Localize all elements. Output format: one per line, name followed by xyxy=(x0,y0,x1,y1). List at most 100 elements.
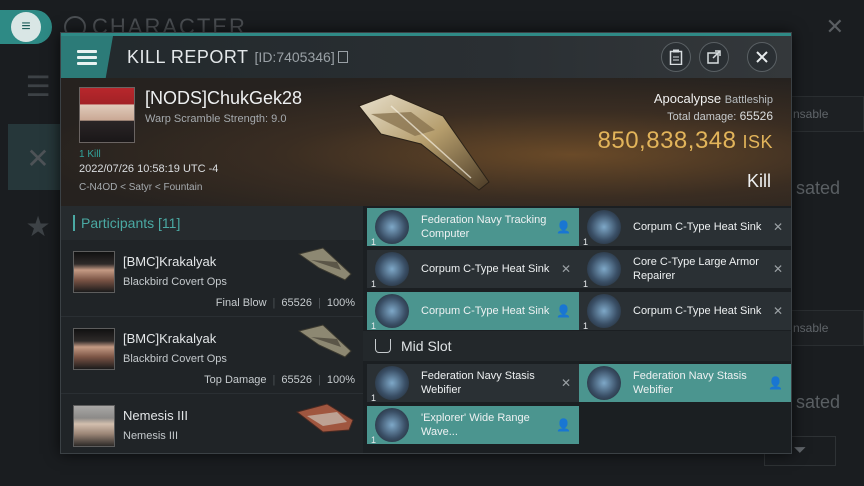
kill-datetime: 2022/07/26 10:58:19 UTC -4 xyxy=(79,163,219,175)
module-slot[interactable]: Federation Navy Stasis Webifier 👤 xyxy=(579,364,791,402)
module-name: 'Explorer' Wide Range Wave... xyxy=(421,412,530,438)
participant-ship-image xyxy=(295,403,354,433)
module-qty: 1 xyxy=(583,321,589,331)
participant-ship-image xyxy=(297,324,352,358)
participant-name: Nemesis III xyxy=(123,408,189,423)
module-slot[interactable]: 1 Federation Navy Stasis Webifier ✕ xyxy=(367,364,579,403)
participant-stats: Top Damage | 65526 | 100% xyxy=(204,374,355,386)
module-qty: 1 xyxy=(371,279,377,289)
dropped-icon: 👤 xyxy=(768,376,783,390)
participants-panel: Participants [11] [BMC]Krakalyak Blackbi… xyxy=(61,206,363,453)
participants-header-label: Participants [11] xyxy=(81,215,181,231)
module-qty: 1 xyxy=(583,279,589,289)
copy-icon[interactable] xyxy=(337,51,348,63)
module-name: Corpum C-Type Heat Sink xyxy=(421,305,550,317)
destroyed-icon: ✕ xyxy=(772,262,783,276)
isk-amount: 850,838,348 xyxy=(597,127,737,154)
participant-ship: Nemesis III xyxy=(123,430,179,442)
module-name: Federation Navy Tracking Computer xyxy=(421,214,547,240)
module-name: Core C-Type Large Armor Repairer xyxy=(633,256,759,282)
participant-label: Top Damage xyxy=(204,374,267,386)
victim-ship-image[interactable] xyxy=(351,86,501,196)
participants-header-marker xyxy=(73,215,75,231)
stat-separator: | xyxy=(318,374,321,386)
stat-separator: | xyxy=(272,374,276,386)
dialog-header: KILL REPORT [ID:7405346] xyxy=(61,36,791,78)
close-button[interactable] xyxy=(747,42,777,72)
participant-row[interactable]: [BMC]Krakalyak Blackbird Covert Ops Top … xyxy=(61,317,363,394)
destroyed-icon: ✕ xyxy=(560,376,571,390)
warp-scramble-strength: Warp Scramble Strength: 9.0 xyxy=(145,113,287,125)
participant-row[interactable]: Nemesis III Nemesis III xyxy=(61,394,363,453)
background-close-icon[interactable]: ✕ xyxy=(826,14,844,40)
isk-value: 850,838,348 ISK xyxy=(598,127,773,155)
participant-damage: 65526 xyxy=(281,374,312,386)
kill-report-dialog: KILL REPORT [ID:7405346] [NODS]ChukGek28… xyxy=(60,32,792,454)
total-damage-value: 65526 xyxy=(739,109,773,123)
isk-currency: ISK xyxy=(742,132,773,152)
mid-slot-header: Mid Slot xyxy=(363,331,791,361)
share-button[interactable] xyxy=(699,42,729,72)
stasis-webifier-icon: 1 xyxy=(371,366,409,403)
participant-percent: 100% xyxy=(326,297,355,309)
participant-avatar[interactable] xyxy=(73,251,115,293)
clipboard-icon xyxy=(669,49,683,65)
mid-slot-label: Mid Slot xyxy=(401,338,452,354)
module-name: Federation Navy Stasis Webifier xyxy=(421,370,535,396)
stasis-webifier-icon xyxy=(587,366,621,400)
destroyed-icon: ✕ xyxy=(772,220,783,234)
victim-avatar[interactable] xyxy=(79,87,135,143)
participant-avatar[interactable] xyxy=(73,405,115,447)
dropped-icon: 👤 xyxy=(556,220,571,234)
participant-avatar[interactable] xyxy=(73,328,115,370)
kill-id-label: [ID:7405346] xyxy=(254,49,335,65)
background-button-2[interactable]: nsable xyxy=(788,310,864,346)
background-text-2: sated xyxy=(795,392,840,412)
participant-stats: Final Blow | 65526 | 100% xyxy=(216,297,355,309)
background-button-1[interactable]: nsable xyxy=(788,96,864,132)
kill-count: 1 Kill xyxy=(79,149,101,160)
dialog-menu-button[interactable] xyxy=(61,36,113,78)
star-icon[interactable]: ★ xyxy=(14,202,62,250)
module-name: Corpum C-Type Heat Sink xyxy=(633,221,762,233)
victim-ship-type[interactable]: Apocalypse Battleship xyxy=(654,91,773,106)
participant-damage: 65526 xyxy=(281,297,312,309)
dropped-icon: 👤 xyxy=(556,418,571,432)
module-slot[interactable]: 1 Corpum C-Type Heat Sink ✕ xyxy=(367,250,579,289)
participant-percent: 100% xyxy=(326,374,355,386)
kill-id: [ID:7405346] xyxy=(255,49,348,65)
module-slot[interactable]: 1 'Explorer' Wide Range Wave... 👤 xyxy=(367,406,579,445)
module-slot[interactable]: 1 Corpum C-Type Heat Sink ✕ xyxy=(579,208,791,247)
tracking-computer-icon: 1 xyxy=(371,210,409,247)
module-slot[interactable]: 1 Corpum C-Type Heat Sink ✕ xyxy=(579,292,791,331)
heat-sink-icon: 1 xyxy=(371,294,409,331)
stat-separator: | xyxy=(318,297,321,309)
participant-name: [BMC]Krakalyak xyxy=(123,254,217,269)
dialog-title: KILL REPORT xyxy=(127,46,249,67)
victim-name[interactable]: [NODS]ChukGek28 xyxy=(145,88,302,109)
participants-header[interactable]: Participants [11] xyxy=(61,206,363,240)
background-text-1: sated xyxy=(795,178,840,198)
participant-row[interactable]: [BMC]Krakalyak Blackbird Covert Ops Fina… xyxy=(61,240,363,317)
heat-sink-icon: 1 xyxy=(583,294,621,331)
armor-repairer-icon: 1 xyxy=(583,252,621,289)
kill-summary: [NODS]ChukGek28 Warp Scramble Strength: … xyxy=(61,78,791,206)
module-qty: 1 xyxy=(371,321,377,331)
clipboard-button[interactable] xyxy=(661,42,691,72)
ship-name: Apocalypse xyxy=(653,91,722,106)
fitting-panel: 1 Federation Navy Tracking Computer 👤 1 … xyxy=(363,206,791,453)
module-slot[interactable]: 1 Core C-Type Large Armor Repairer ✕ xyxy=(579,250,791,289)
participant-ship-image xyxy=(297,247,352,281)
total-damage-label: Total damage: xyxy=(667,111,737,123)
module-slot[interactable]: 1 Corpum C-Type Heat Sink 👤 xyxy=(367,292,579,331)
mid-slot-icon xyxy=(375,339,391,353)
kill-location[interactable]: C-N4OD < Satyr < Fountain xyxy=(79,182,202,193)
module-qty: 1 xyxy=(583,237,589,247)
main-menu-button[interactable]: ≡ xyxy=(0,10,52,44)
module-slot[interactable]: 1 Federation Navy Tracking Computer 👤 xyxy=(367,208,579,247)
hamburger-icon xyxy=(77,47,97,68)
participant-label: Final Blow xyxy=(215,297,267,309)
module-name: Corpum C-Type Heat Sink xyxy=(633,305,762,317)
list-icon[interactable]: ☰ xyxy=(14,62,62,110)
tools-icon[interactable]: ✕ xyxy=(14,134,62,182)
